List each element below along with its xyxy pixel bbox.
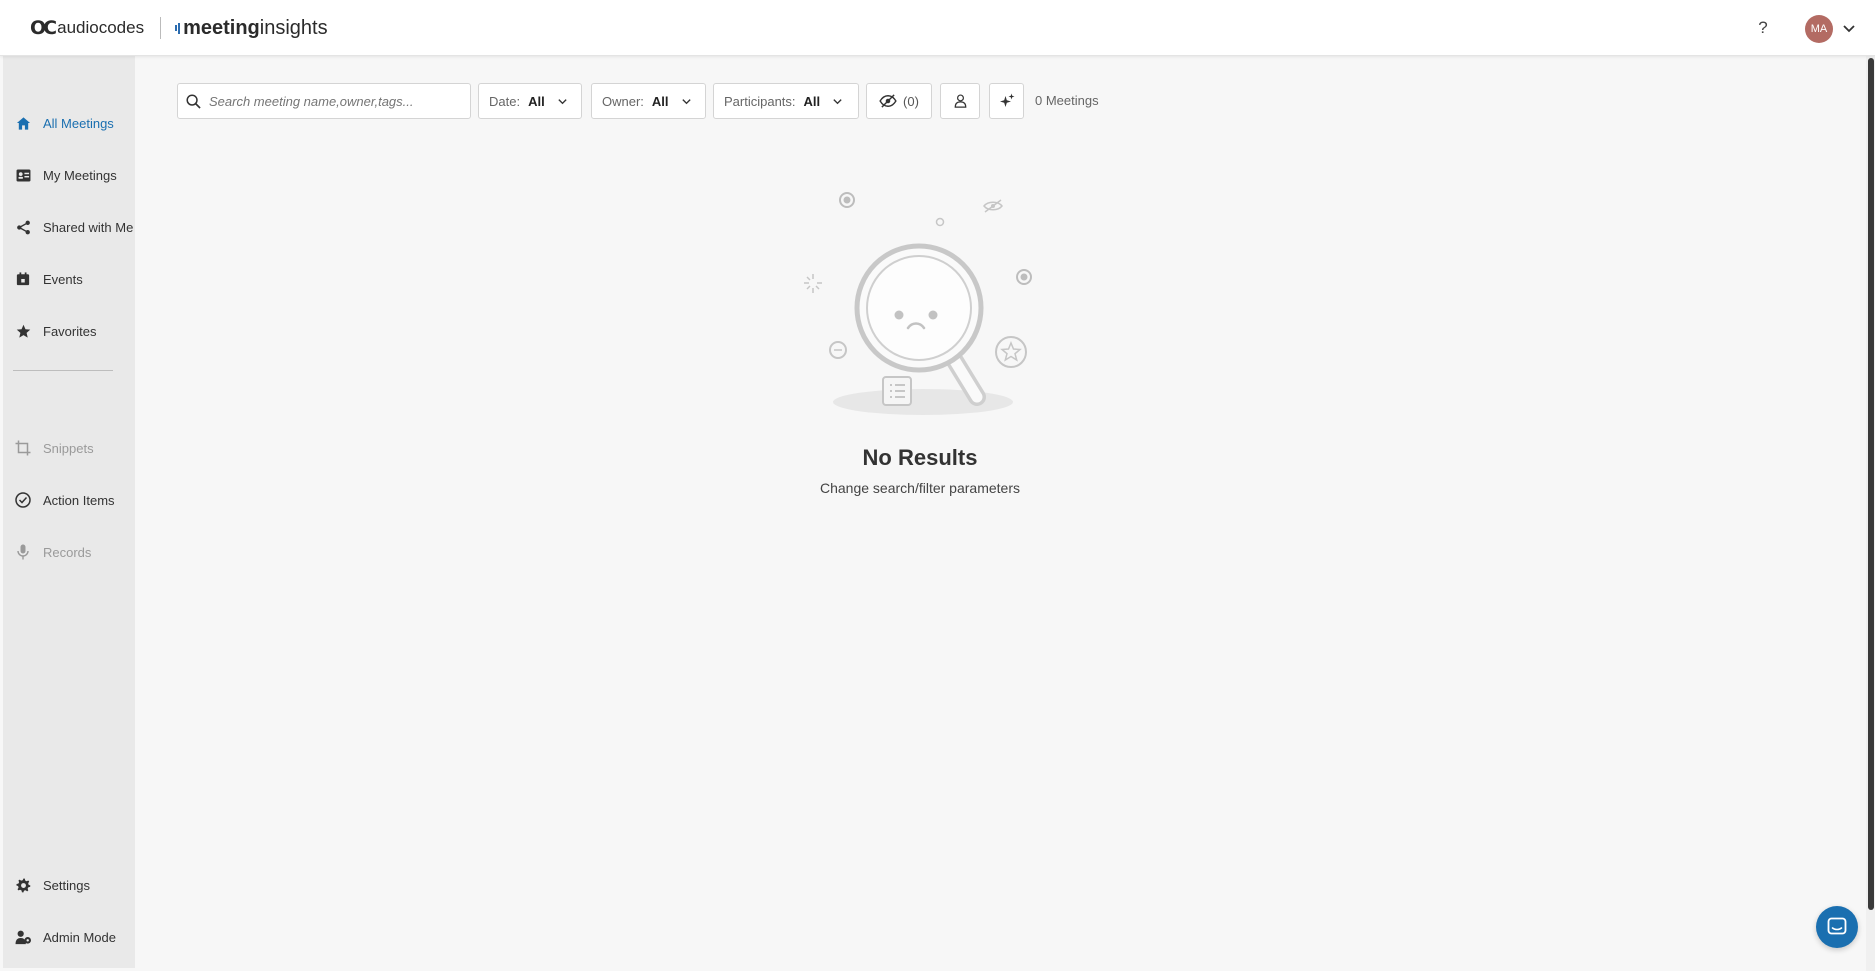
brand-logo[interactable]: OC audiocodes meeting insights: [30, 14, 328, 42]
admin-users-icon: [3, 930, 43, 945]
sidebar-item-favorites[interactable]: Favorites: [3, 314, 135, 348]
sidebar: All Meetings My Meetings Shared with Me …: [3, 56, 135, 968]
chevron-down-icon: [681, 98, 691, 104]
sidebar-item-label: All Meetings: [43, 115, 114, 131]
sidebar-item-label: Records: [43, 544, 92, 560]
scrollbar-thumb[interactable]: [1868, 58, 1874, 910]
empty-state: No Results Change search/filter paramete…: [790, 185, 1050, 496]
empty-state-subtitle: Change search/filter parameters: [820, 480, 1020, 496]
sidebar-item-records[interactable]: Records: [3, 535, 135, 569]
home-icon: [3, 116, 43, 131]
sidebar-item-shared-with-me[interactable]: Shared with Me: [3, 210, 135, 244]
audiocodes-logo: OC audiocodes: [30, 17, 144, 39]
chat-icon: [1827, 917, 1847, 935]
meeting-insights-bars-icon: [175, 22, 181, 34]
audiocodes-wordmark: audiocodes: [57, 18, 145, 37]
filter-value: All: [651, 93, 669, 109]
chevron-down-icon: [833, 98, 842, 104]
star-icon: [3, 324, 43, 339]
meetings-count: 0 Meetings: [1035, 93, 1099, 108]
date-filter-dropdown[interactable]: Date: All: [478, 83, 582, 119]
check-circle-icon: [3, 492, 43, 508]
app-name-bold: meeting: [183, 16, 260, 39]
no-results-illustration: [804, 192, 1032, 415]
search-icon: [186, 93, 201, 109]
ai-insights-button[interactable]: [989, 83, 1024, 119]
sidebar-item-label: Favorites: [43, 323, 97, 339]
sidebar-item-label: My Meetings: [43, 167, 117, 183]
sidebar-item-label: Snippets: [43, 440, 94, 456]
sparkle-icon: [999, 93, 1014, 107]
filter-key: Participants:: [724, 93, 796, 109]
brand-divider: [160, 17, 162, 39]
share-icon: [3, 220, 43, 235]
calendar-icon: [3, 272, 43, 286]
sidebar-item-label: Settings: [43, 877, 90, 893]
sidebar-item-my-meetings[interactable]: My Meetings: [3, 158, 135, 192]
top-bar: OC audiocodes meeting insights ? MA: [0, 0, 1875, 56]
sidebar-item-action-items[interactable]: Action Items: [3, 483, 135, 517]
sidebar-item-snippets[interactable]: Snippets: [3, 431, 135, 465]
eye-slash-icon: [879, 94, 897, 108]
audiocodes-mark-icon: OC: [30, 17, 57, 39]
search-input[interactable]: [209, 93, 459, 109]
owner-filter-dropdown[interactable]: Owner: All: [591, 83, 706, 119]
filter-key: Date:: [489, 93, 521, 109]
gear-icon: [3, 877, 43, 893]
search-box[interactable]: [177, 83, 471, 119]
sidebar-item-label: Events: [43, 271, 83, 287]
chevron-down-icon[interactable]: [1841, 20, 1857, 36]
chat-support-button[interactable]: [1816, 906, 1858, 948]
app-name-light: insights: [259, 16, 328, 39]
sidebar-item-label: Admin Mode: [43, 929, 116, 945]
participants-filter-dropdown[interactable]: Participants: All: [713, 83, 859, 119]
filter-value: All: [803, 93, 821, 109]
my-meetings-toggle-button[interactable]: [940, 83, 980, 119]
user-icon: [954, 94, 966, 108]
sidebar-item-label: Shared with Me: [43, 219, 134, 235]
sidebar-item-admin-mode[interactable]: Admin Mode: [3, 920, 135, 954]
help-button[interactable]: ?: [1752, 17, 1774, 39]
filter-key: Owner:: [602, 93, 644, 109]
sidebar-divider: [13, 370, 113, 371]
filter-value: All: [528, 93, 545, 109]
chevron-down-icon: [558, 98, 567, 104]
empty-state-title: No Results: [862, 445, 978, 470]
sidebar-item-settings[interactable]: Settings: [3, 868, 135, 902]
microphone-icon: [3, 544, 43, 560]
sidebar-item-events[interactable]: Events: [3, 262, 135, 296]
crop-icon: [3, 440, 43, 456]
sidebar-item-label: Action Items: [43, 492, 115, 508]
hidden-count: (0): [903, 93, 919, 109]
user-avatar[interactable]: MA: [1805, 15, 1833, 43]
hidden-meetings-button[interactable]: (0): [866, 83, 932, 119]
sidebar-item-all-meetings[interactable]: All Meetings: [3, 106, 135, 140]
id-card-icon: [3, 168, 43, 182]
